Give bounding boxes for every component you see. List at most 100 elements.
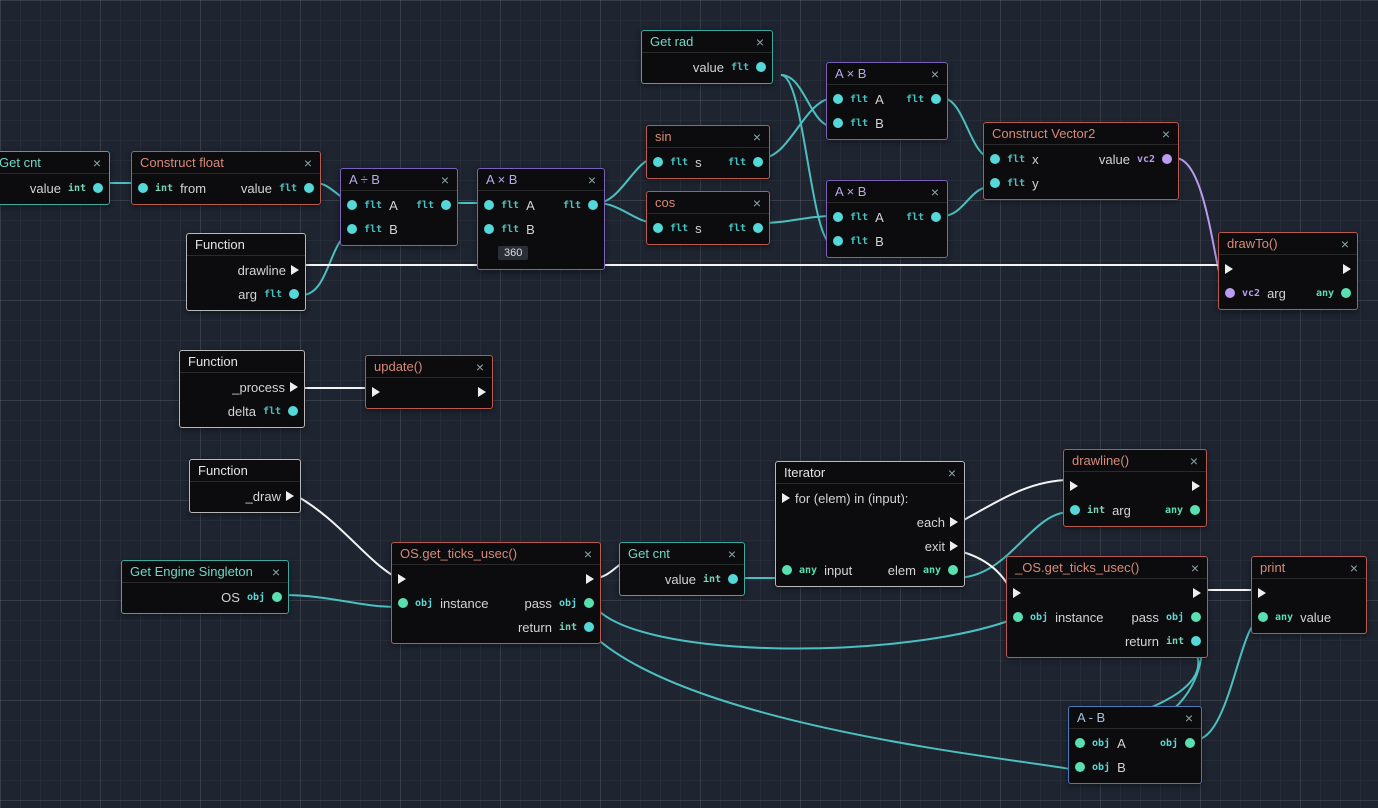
in-port[interactable] — [1258, 612, 1268, 622]
in-port[interactable] — [138, 183, 148, 193]
in-port[interactable] — [990, 178, 1000, 188]
in-port[interactable] — [484, 200, 494, 210]
close-icon[interactable]: × — [270, 565, 282, 579]
close-icon[interactable]: × — [726, 547, 738, 561]
exec-in-icon[interactable] — [1258, 588, 1266, 598]
close-icon[interactable]: × — [439, 173, 451, 187]
exec-in-icon[interactable] — [372, 387, 380, 397]
node-a-mul-b-2[interactable]: A × B× fltA flt fltB — [826, 62, 948, 140]
node-function-draw[interactable]: Function _draw — [189, 459, 301, 513]
in-port[interactable] — [1225, 288, 1235, 298]
node-a-minus-b[interactable]: A - B× objA obj objB — [1068, 706, 1202, 784]
node-a-mul-b-3[interactable]: A × B× fltA flt fltB — [826, 180, 948, 258]
close-icon[interactable]: × — [1348, 561, 1360, 575]
out-port[interactable] — [272, 592, 282, 602]
close-icon[interactable]: × — [474, 360, 486, 374]
node-drawto[interactable]: drawTo()× vc2arg any — [1218, 232, 1358, 310]
node-os-get-ticks-1[interactable]: OS.get_ticks_usec()× objinstance objpass… — [391, 542, 601, 644]
out-port[interactable] — [1191, 612, 1201, 622]
in-port[interactable] — [1013, 612, 1023, 622]
out-port[interactable] — [931, 212, 941, 222]
in-port[interactable] — [653, 223, 663, 233]
node-drawline-call[interactable]: drawline()× intarg any — [1063, 449, 1207, 527]
out-port[interactable] — [441, 200, 451, 210]
exec-in-icon[interactable] — [782, 493, 790, 503]
exec-out-icon[interactable] — [286, 491, 294, 501]
close-icon[interactable]: × — [751, 196, 763, 210]
out-port[interactable] — [1191, 636, 1201, 646]
close-icon[interactable]: × — [582, 547, 594, 561]
exec-in-icon[interactable] — [1070, 481, 1078, 491]
in-port[interactable] — [484, 224, 494, 234]
in-port[interactable] — [833, 118, 843, 128]
exec-out-icon[interactable] — [1343, 264, 1351, 274]
out-port[interactable] — [588, 200, 598, 210]
close-icon[interactable]: × — [929, 185, 941, 199]
close-icon[interactable]: × — [586, 173, 598, 187]
out-port[interactable] — [93, 183, 103, 193]
out-port[interactable] — [304, 183, 314, 193]
close-icon[interactable]: × — [1160, 127, 1172, 141]
exec-in-icon[interactable] — [1225, 264, 1233, 274]
close-icon[interactable]: × — [1188, 454, 1200, 468]
node-function-drawline[interactable]: Function drawline fltarg — [186, 233, 306, 311]
exec-out-icon[interactable] — [1193, 588, 1201, 598]
close-icon[interactable]: × — [1339, 237, 1351, 251]
out-port[interactable] — [288, 406, 298, 416]
close-icon[interactable]: × — [929, 67, 941, 81]
node-function-process[interactable]: Function _process fltdelta — [179, 350, 305, 428]
in-port[interactable] — [1070, 505, 1080, 515]
in-port[interactable] — [782, 565, 792, 575]
node-construct-vector2[interactable]: Construct Vector2× fltx vc2value flty — [983, 122, 1179, 200]
out-port[interactable] — [584, 598, 594, 608]
exec-in-icon[interactable] — [1013, 588, 1021, 598]
out-port[interactable] — [728, 574, 738, 584]
in-port[interactable] — [1075, 738, 1085, 748]
node-get-cnt-2[interactable]: Get cnt× intvalue — [619, 542, 745, 596]
node-os-get-ticks-2[interactable]: _OS.get_ticks_usec()× objinstance objpas… — [1006, 556, 1208, 658]
node-a-mul-b-1[interactable]: A × B× fltA flt fltB 360 — [477, 168, 605, 270]
out-port[interactable] — [756, 62, 766, 72]
in-port[interactable] — [347, 200, 357, 210]
node-sin[interactable]: sin× flts flt — [646, 125, 770, 179]
in-port[interactable] — [1075, 762, 1085, 772]
node-a-div-b[interactable]: A ÷ B× fltA flt fltB — [340, 168, 458, 246]
out-port[interactable] — [584, 622, 594, 632]
in-port[interactable] — [990, 154, 1000, 164]
in-port[interactable] — [833, 94, 843, 104]
out-port[interactable] — [753, 223, 763, 233]
out-port[interactable] — [289, 289, 299, 299]
out-port[interactable] — [931, 94, 941, 104]
exec-out-icon[interactable] — [586, 574, 594, 584]
exec-out-icon[interactable] — [291, 265, 299, 275]
in-port[interactable] — [833, 236, 843, 246]
exec-in-icon[interactable] — [398, 574, 406, 584]
close-icon[interactable]: × — [1183, 711, 1195, 725]
close-icon[interactable]: × — [302, 156, 314, 170]
out-port[interactable] — [1185, 738, 1195, 748]
node-print[interactable]: print× anyvalue — [1251, 556, 1367, 634]
exec-out-icon[interactable] — [950, 541, 958, 551]
close-icon[interactable]: × — [91, 156, 103, 170]
exec-out-icon[interactable] — [290, 382, 298, 392]
out-port[interactable] — [753, 157, 763, 167]
close-icon[interactable]: × — [1189, 561, 1201, 575]
out-port[interactable] — [1162, 154, 1172, 164]
close-icon[interactable]: × — [946, 466, 958, 480]
in-port[interactable] — [833, 212, 843, 222]
node-construct-float[interactable]: Construct float× intfrom fltvalue — [131, 151, 321, 205]
node-update[interactable]: update()× — [365, 355, 493, 409]
node-get-rad[interactable]: Get rad× fltvalue — [641, 30, 773, 84]
node-get-engine-singleton[interactable]: Get Engine Singleton× objOS — [121, 560, 289, 614]
close-icon[interactable]: × — [754, 35, 766, 49]
exec-out-icon[interactable] — [1192, 481, 1200, 491]
node-iterator[interactable]: Iterator× for (elem) in (input): each ex… — [775, 461, 965, 587]
out-port[interactable] — [1341, 288, 1351, 298]
node-get-cnt-1[interactable]: Get cnt× intvalue — [0, 151, 110, 205]
in-port[interactable] — [347, 224, 357, 234]
exec-out-icon[interactable] — [478, 387, 486, 397]
exec-out-icon[interactable] — [950, 517, 958, 527]
node-cos[interactable]: cos× flts flt — [646, 191, 770, 245]
close-icon[interactable]: × — [751, 130, 763, 144]
in-port[interactable] — [398, 598, 408, 608]
